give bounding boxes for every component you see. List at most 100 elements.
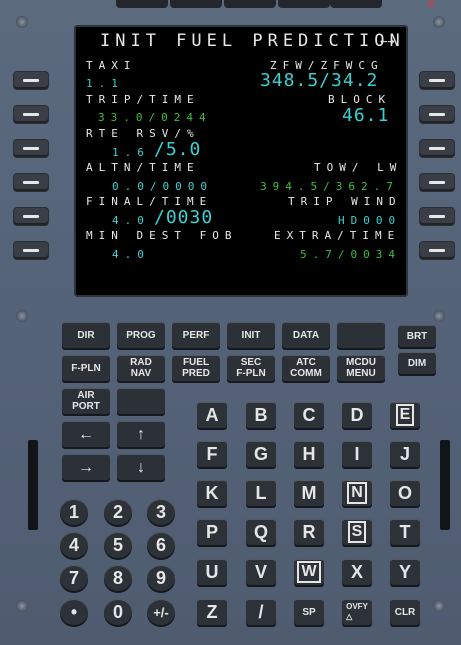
taxi-value: 1.1 (86, 77, 124, 90)
fuel-pred-key[interactable]: FUEL PRED (172, 355, 220, 381)
lsk-1l[interactable] (14, 72, 48, 89)
close-icon[interactable]: ✕ (423, 0, 439, 10)
altn-value: 0.0/0000 (112, 180, 213, 193)
key-d[interactable]: D (342, 402, 372, 428)
rad-nav-key[interactable]: RAD NAV (117, 355, 165, 381)
lsk-6l[interactable] (14, 242, 48, 259)
key-k[interactable]: K (197, 480, 227, 506)
init-key[interactable]: INIT (227, 322, 275, 348)
min-dest-fob-label: MIN DEST FOB (86, 229, 238, 242)
key-y[interactable]: Y (390, 559, 420, 585)
key-r[interactable]: R (294, 519, 324, 545)
key-6[interactable]: 6 (147, 532, 175, 558)
key-o[interactable]: O (390, 480, 420, 506)
brt-key[interactable]: BRT (398, 325, 436, 347)
key-8[interactable]: 8 (104, 565, 132, 591)
panel-slot (440, 440, 450, 530)
key-z[interactable]: Z (197, 599, 227, 625)
key-n-label: N (347, 482, 367, 504)
key-m[interactable]: M (294, 480, 324, 506)
rte-rsv-pct: /5.0 (154, 139, 202, 160)
key-b[interactable]: B (246, 402, 276, 428)
airport-key[interactable]: AIR PORT (62, 388, 110, 414)
key-e[interactable]: E (390, 402, 420, 428)
min-dest-fob-value: 4.0 (112, 248, 150, 261)
key-i[interactable]: I (342, 441, 372, 467)
key-q[interactable]: Q (246, 519, 276, 545)
sec-f-pln-key[interactable]: SEC F-PLN (227, 355, 275, 381)
key-9[interactable]: 9 (147, 565, 175, 591)
tow-lw-value: 394.5/362.7 (260, 180, 399, 193)
lsk-2r[interactable] (420, 106, 454, 123)
data-key[interactable]: DATA (282, 322, 330, 348)
up-arrow-icon[interactable]: ↑ (117, 421, 165, 447)
key-ovfy[interactable]: OVFY △ (342, 599, 372, 625)
right-arrow-icon[interactable]: → (62, 454, 110, 480)
atc-comm-key[interactable]: ATC COMM (282, 355, 330, 381)
dim-key[interactable]: DIM (398, 352, 436, 374)
prog-key[interactable]: PROG (117, 322, 165, 348)
f-pln-key[interactable]: F-PLN (62, 355, 110, 381)
down-arrow-icon[interactable]: ↓ (117, 454, 165, 480)
dir-key[interactable]: DIR (62, 322, 110, 348)
key-j[interactable]: J (390, 441, 420, 467)
mcdu-menu-key[interactable]: MCDU MENU (337, 355, 385, 381)
key-a[interactable]: A (197, 402, 227, 428)
lsk-6r[interactable] (420, 242, 454, 259)
top-button[interactable] (116, 0, 168, 8)
blank-key[interactable] (117, 388, 165, 414)
key-g[interactable]: G (246, 441, 276, 467)
key-sp[interactable]: SP (294, 599, 324, 625)
page-arrow-icon[interactable]: ←→ (380, 34, 394, 48)
key-slash[interactable]: / (246, 599, 276, 625)
key-x[interactable]: X (342, 559, 372, 585)
key-n[interactable]: N (342, 480, 372, 506)
trip-wind-label: TRIP WIND (288, 195, 402, 208)
trip-label: TRIP/TIME (86, 93, 200, 106)
key-plus-minus[interactable]: +/- (147, 599, 175, 625)
key-c[interactable]: C (294, 402, 324, 428)
key-s[interactable]: S (342, 519, 372, 545)
key-7[interactable]: 7 (60, 565, 88, 591)
key-4[interactable]: 4 (60, 532, 88, 558)
lsk-5l[interactable] (14, 208, 48, 225)
key-5[interactable]: 5 (104, 532, 132, 558)
key-3[interactable]: 3 (147, 499, 175, 525)
lsk-3r[interactable] (420, 140, 454, 157)
key-decimal[interactable]: • (60, 599, 88, 625)
key-l[interactable]: L (246, 480, 276, 506)
key-t[interactable]: T (390, 519, 420, 545)
key-0[interactable]: 0 (104, 599, 132, 625)
key-clr[interactable]: CLR (390, 599, 420, 625)
final-value: 4.0 (112, 214, 150, 227)
key-v[interactable]: V (246, 559, 276, 585)
perf-key[interactable]: PERF (172, 322, 220, 348)
lsk-4r[interactable] (420, 174, 454, 191)
key-2[interactable]: 2 (104, 499, 132, 525)
blank-key[interactable] (337, 322, 385, 348)
lsk-3l[interactable] (14, 140, 48, 157)
taxi-label: TAXI (86, 59, 137, 72)
left-arrow-icon[interactable]: ← (62, 421, 110, 447)
key-u[interactable]: U (197, 559, 227, 585)
lsk-2l[interactable] (14, 106, 48, 123)
trip-wind-value: HD000 (338, 214, 402, 227)
key-h[interactable]: H (294, 441, 324, 467)
mcdu-display: INIT FUEL PREDICTION ←→ TAXI 1.1 ZFW/ZFW… (74, 25, 408, 297)
key-p[interactable]: P (197, 519, 227, 545)
panel-slot (28, 440, 38, 530)
lsk-4l[interactable] (14, 174, 48, 191)
key-1[interactable]: 1 (60, 499, 88, 525)
zfw-value: 348.5/34.2 (260, 70, 379, 91)
extra-time-value: 5.7/0034 (300, 248, 401, 261)
key-w[interactable]: W (294, 559, 324, 585)
top-button[interactable] (278, 0, 330, 8)
top-button[interactable] (170, 0, 222, 8)
key-f[interactable]: F (197, 441, 227, 467)
lsk-5r[interactable] (420, 208, 454, 225)
lsk-1r[interactable] (420, 72, 454, 89)
final-time: /0030 (154, 207, 214, 228)
top-button[interactable] (224, 0, 276, 8)
tow-lw-label: TOW/ LW (314, 161, 403, 174)
top-button[interactable] (330, 0, 382, 8)
